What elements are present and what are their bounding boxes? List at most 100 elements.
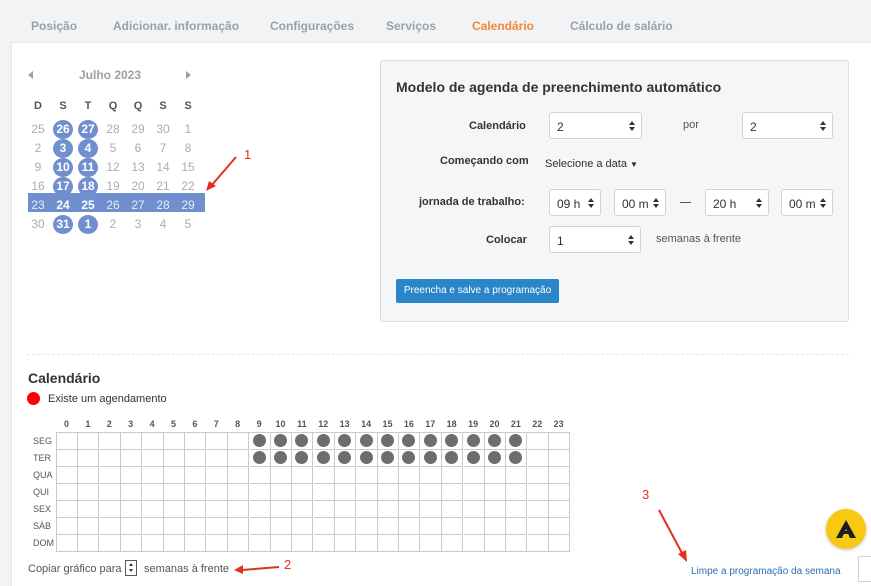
schedule-cell[interactable] xyxy=(121,535,143,552)
schedule-cell[interactable] xyxy=(378,433,399,450)
schedule-cell[interactable] xyxy=(121,450,143,467)
schedule-cell[interactable] xyxy=(527,501,549,518)
schedule-cell[interactable] xyxy=(399,467,421,484)
calendar-day[interactable]: 12 xyxy=(103,158,123,177)
schedule-cell[interactable] xyxy=(57,467,78,484)
schedule-cell[interactable] xyxy=(420,518,442,535)
schedule-cell[interactable] xyxy=(249,450,271,467)
calendar-day[interactable]: 22 xyxy=(178,177,198,196)
schedule-cell[interactable] xyxy=(206,501,228,518)
schedule-cell[interactable] xyxy=(249,433,271,450)
start-hour-select[interactable]: 09 h xyxy=(549,189,601,216)
schedule-cell[interactable] xyxy=(506,484,528,501)
schedule-cell[interactable] xyxy=(271,467,292,484)
schedule-cell[interactable] xyxy=(420,433,442,450)
schedule-cell[interactable] xyxy=(549,518,571,535)
schedule-cell[interactable] xyxy=(78,433,100,450)
schedule-cell[interactable] xyxy=(313,501,335,518)
calendar-day[interactable]: 30 xyxy=(28,215,48,234)
schedule-cell[interactable] xyxy=(292,518,314,535)
schedule-cell[interactable] xyxy=(506,535,528,552)
schedule-cell[interactable] xyxy=(527,467,549,484)
calendar-day[interactable]: 29 xyxy=(128,120,148,139)
calendar-day[interactable]: 26 xyxy=(53,120,73,139)
calendar-day[interactable]: 23 xyxy=(28,196,48,215)
calendar-day[interactable]: 4 xyxy=(78,139,98,158)
schedule-cell[interactable] xyxy=(442,467,464,484)
schedule-cell[interactable] xyxy=(485,450,506,467)
schedule-cell[interactable] xyxy=(527,518,549,535)
schedule-cell[interactable] xyxy=(485,433,506,450)
tab-position[interactable]: Posição xyxy=(31,19,77,33)
schedule-cell[interactable] xyxy=(228,433,250,450)
calendar-day[interactable]: 28 xyxy=(103,120,123,139)
schedule-cell[interactable] xyxy=(335,433,357,450)
schedule-cell[interactable] xyxy=(57,535,78,552)
schedule-cell[interactable] xyxy=(78,518,100,535)
calendar-day[interactable]: 13 xyxy=(128,158,148,177)
schedule-cell[interactable] xyxy=(206,433,228,450)
schedule-cell[interactable] xyxy=(271,433,292,450)
schedule-cell[interactable] xyxy=(142,484,164,501)
schedule-cell[interactable] xyxy=(292,484,314,501)
tab-additional-info[interactable]: Adicionar. informação xyxy=(113,19,239,33)
schedule-cell[interactable] xyxy=(228,450,250,467)
schedule-cell[interactable] xyxy=(121,433,143,450)
calendar-day[interactable]: 26 xyxy=(103,196,123,215)
calendar-day[interactable]: 16 xyxy=(28,177,48,196)
schedule-cell[interactable] xyxy=(549,467,571,484)
calendar-day[interactable]: 5 xyxy=(178,215,198,234)
next-month-icon[interactable] xyxy=(186,71,191,79)
calendar-day[interactable]: 11 xyxy=(78,158,98,177)
schedule-cell[interactable] xyxy=(399,433,421,450)
schedule-cell[interactable] xyxy=(399,450,421,467)
schedule-cell[interactable] xyxy=(356,433,378,450)
schedule-cell[interactable] xyxy=(164,450,185,467)
calendar-day[interactable]: 15 xyxy=(178,158,198,177)
put-select[interactable]: 1 xyxy=(549,226,641,253)
calendar-day[interactable]: 3 xyxy=(53,139,73,158)
schedule-cell[interactable] xyxy=(442,518,464,535)
schedule-cell[interactable] xyxy=(142,450,164,467)
schedule-cell[interactable] xyxy=(271,501,292,518)
schedule-cell[interactable] xyxy=(185,501,207,518)
calendar-day[interactable]: 24 xyxy=(53,196,73,215)
schedule-cell[interactable] xyxy=(206,467,228,484)
schedule-cell[interactable] xyxy=(78,535,100,552)
schedule-cell[interactable] xyxy=(99,433,121,450)
calendar-day[interactable]: 14 xyxy=(153,158,173,177)
schedule-cell[interactable] xyxy=(121,467,143,484)
schedule-cell[interactable] xyxy=(164,467,185,484)
calendar-day[interactable]: 29 xyxy=(178,196,198,215)
schedule-cell[interactable] xyxy=(78,450,100,467)
calendar-day[interactable]: 10 xyxy=(53,158,73,177)
fill-save-button[interactable]: Preencha e salve a programação xyxy=(396,279,559,303)
schedule-cell[interactable] xyxy=(549,501,571,518)
schedule-cell[interactable] xyxy=(292,535,314,552)
schedule-cell[interactable] xyxy=(142,433,164,450)
schedule-cell[interactable] xyxy=(164,484,185,501)
schedule-cell[interactable] xyxy=(506,433,528,450)
schedule-cell[interactable] xyxy=(142,467,164,484)
schedule-cell[interactable] xyxy=(378,450,399,467)
schedule-cell[interactable] xyxy=(228,484,250,501)
end-hour-select[interactable]: 20 h xyxy=(705,189,769,216)
schedule-cell[interactable] xyxy=(292,450,314,467)
schedule-cell[interactable] xyxy=(121,501,143,518)
tab-settings[interactable]: Configurações xyxy=(270,19,354,33)
schedule-cell[interactable] xyxy=(549,433,571,450)
schedule-cell[interactable] xyxy=(249,484,271,501)
schedule-cell[interactable] xyxy=(485,535,506,552)
schedule-cell[interactable] xyxy=(549,535,570,552)
schedule-cell[interactable] xyxy=(228,535,250,552)
calendar-day[interactable]: 25 xyxy=(78,196,98,215)
schedule-cell[interactable] xyxy=(250,535,271,552)
schedule-cell[interactable] xyxy=(206,518,228,535)
schedule-cell[interactable] xyxy=(528,535,549,552)
schedule-cell[interactable] xyxy=(549,484,571,501)
calendar-day[interactable]: 2 xyxy=(28,139,48,158)
schedule-cell[interactable] xyxy=(99,518,121,535)
schedule-cell[interactable] xyxy=(271,450,292,467)
schedule-cell[interactable] xyxy=(271,518,292,535)
schedule-cell[interactable] xyxy=(356,450,378,467)
